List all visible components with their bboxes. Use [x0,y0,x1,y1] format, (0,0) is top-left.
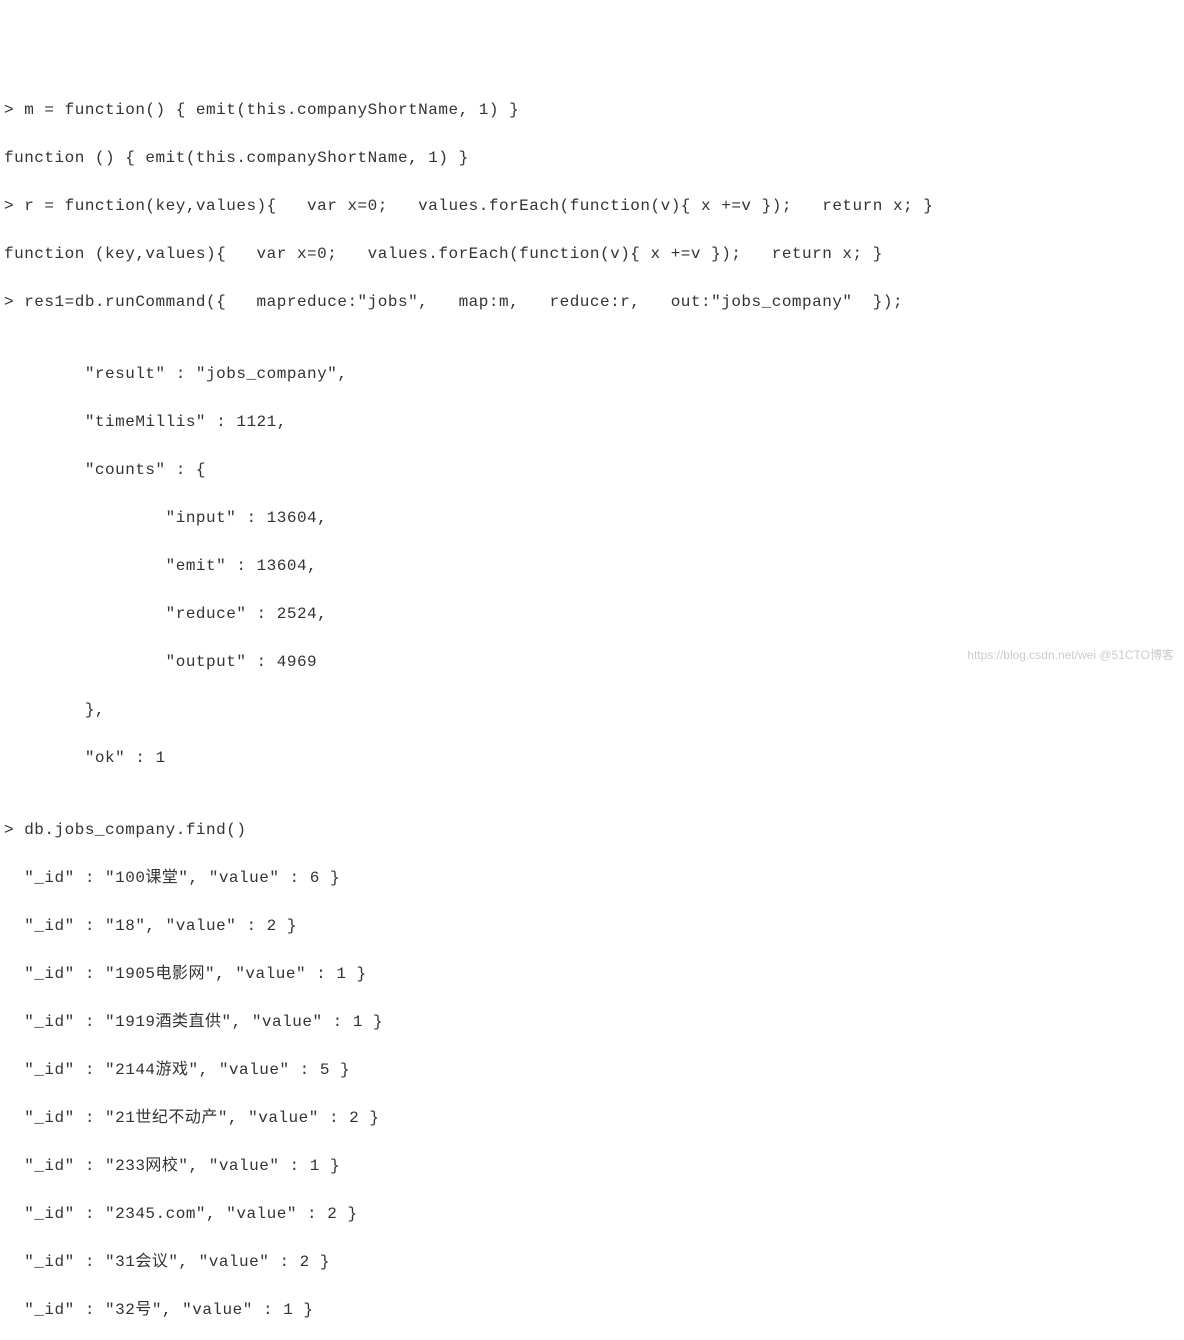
code-line-24: "_id" : "233网校", "value" : 1 } [4,1154,1180,1178]
code-line-21: "_id" : "1919酒类直供", "value" : 1 } [4,1010,1180,1034]
code-line-12: "reduce" : 2524, [4,602,1180,626]
code-line-25: "_id" : "2345.com", "value" : 2 } [4,1202,1180,1226]
code-line-05: > res1=db.runCommand({ mapreduce:"jobs",… [4,290,1180,314]
code-line-22: "_id" : "2144游戏", "value" : 5 } [4,1058,1180,1082]
code-line-02: function () { emit(this.companyShortName… [4,146,1180,170]
code-line-09: "counts" : { [4,458,1180,482]
code-line-11: "emit" : 13604, [4,554,1180,578]
watermark-text: https://blog.csdn.net/wei @51CTO博客 [967,646,1174,664]
code-line-14: }, [4,698,1180,722]
code-line-20: "_id" : "1905电影网", "value" : 1 } [4,962,1180,986]
code-line-15: "ok" : 1 [4,746,1180,770]
code-line-26: "_id" : "31会议", "value" : 2 } [4,1250,1180,1274]
code-line-10: "input" : 13604, [4,506,1180,530]
code-line-19: "_id" : "18", "value" : 2 } [4,914,1180,938]
code-line-01: > m = function() { emit(this.companyShor… [4,98,1180,122]
code-line-07: "result" : "jobs_company", [4,362,1180,386]
code-line-17: > db.jobs_company.find() [4,818,1180,842]
code-line-03: > r = function(key,values){ var x=0; val… [4,194,1180,218]
code-line-27: "_id" : "32号", "value" : 1 } [4,1298,1180,1322]
code-line-18: "_id" : "100课堂", "value" : 6 } [4,866,1180,890]
code-line-23: "_id" : "21世纪不动产", "value" : 2 } [4,1106,1180,1130]
code-line-08: "timeMillis" : 1121, [4,410,1180,434]
code-line-04: function (key,values){ var x=0; values.f… [4,242,1180,266]
